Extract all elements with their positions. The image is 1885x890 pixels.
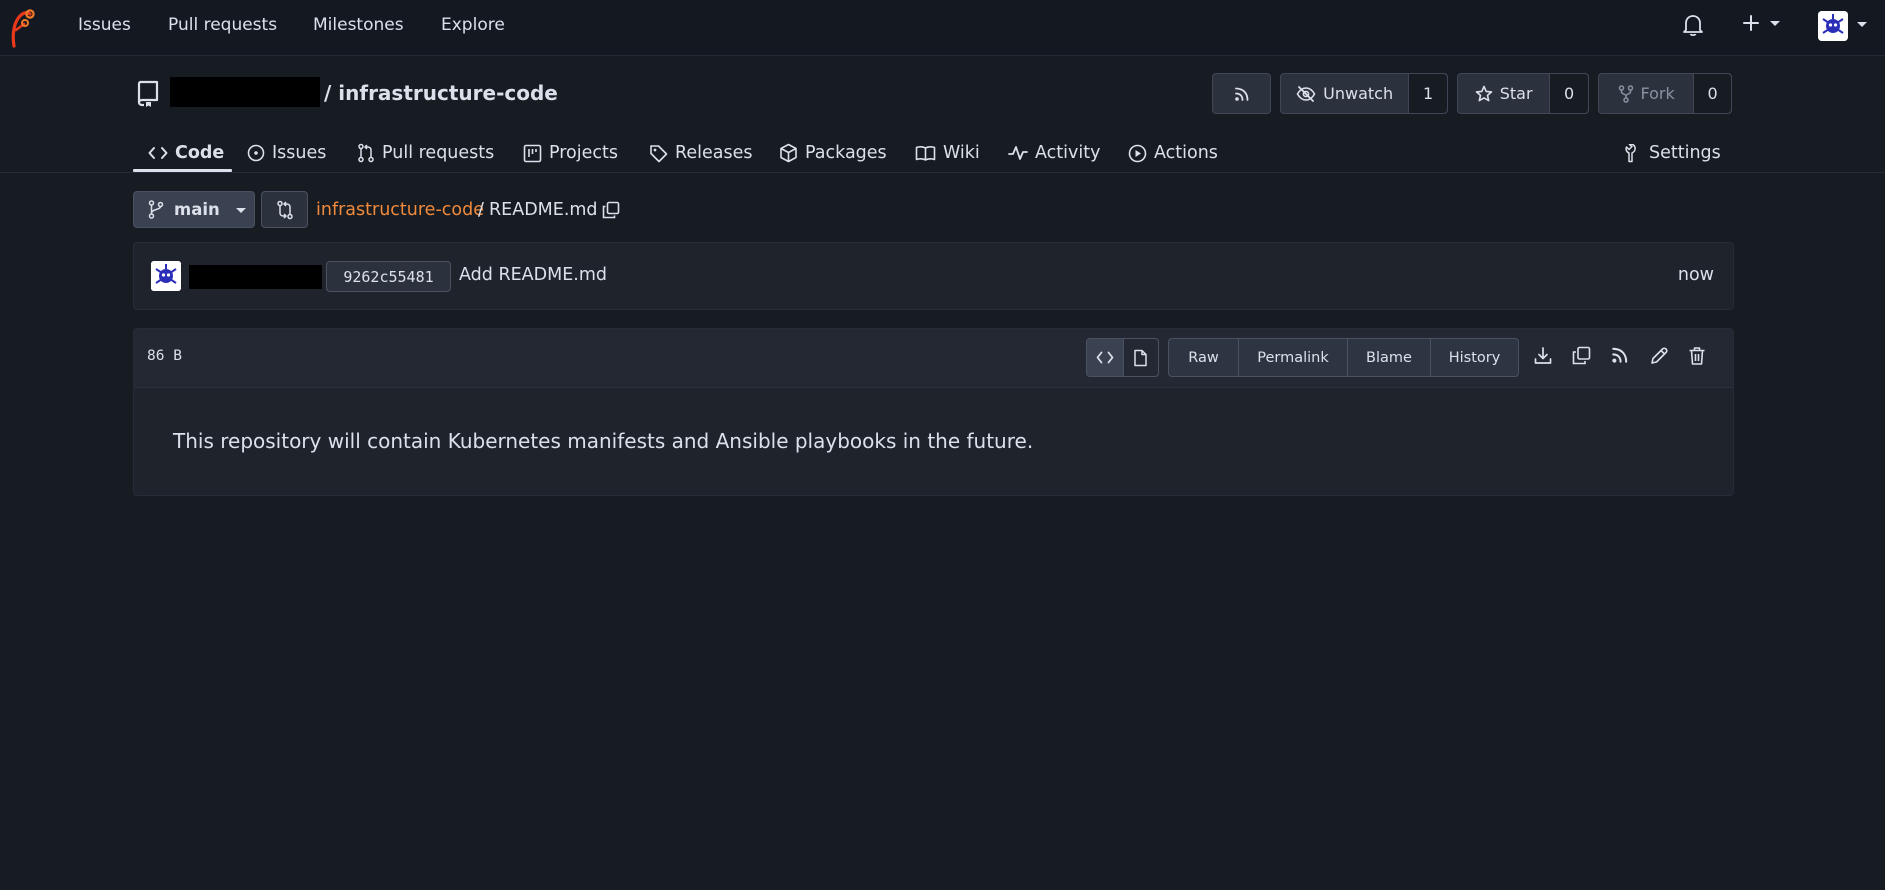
tab-code[interactable]: Code bbox=[148, 133, 224, 173]
commit-time: now bbox=[1677, 265, 1714, 285]
rss-feed-button[interactable] bbox=[1212, 73, 1271, 114]
tab-actions[interactable]: Actions bbox=[1128, 133, 1218, 173]
user-avatar[interactable] bbox=[1818, 11, 1848, 41]
issue-icon bbox=[247, 144, 265, 162]
site-logo[interactable] bbox=[6, 6, 36, 48]
pulse-icon bbox=[1008, 145, 1028, 161]
tab-projects-label: Projects bbox=[549, 143, 618, 163]
tab-releases-label: Releases bbox=[675, 143, 753, 163]
trash-icon[interactable] bbox=[1688, 346, 1706, 366]
tab-pull-requests-label: Pull requests bbox=[382, 143, 495, 163]
branch-icon bbox=[148, 200, 164, 219]
tab-packages[interactable]: Packages bbox=[779, 133, 887, 173]
branch-caret-icon bbox=[235, 208, 246, 213]
compare-branches-button[interactable] bbox=[261, 191, 308, 228]
tab-wiki-label: Wiki bbox=[943, 143, 980, 163]
user-menu-caret-icon[interactable] bbox=[1857, 22, 1867, 27]
tab-issues[interactable]: Issues bbox=[247, 133, 326, 173]
tab-activity-label: Activity bbox=[1035, 143, 1101, 163]
breadcrumb-repo-link[interactable]: infrastructure-code bbox=[316, 200, 484, 220]
breadcrumb-separator: / bbox=[478, 200, 484, 220]
tab-settings[interactable]: Settings bbox=[1624, 133, 1721, 173]
tag-icon bbox=[649, 144, 668, 163]
tool-icon bbox=[1624, 143, 1642, 163]
nav-explore[interactable]: Explore bbox=[441, 15, 505, 35]
tab-actions-label: Actions bbox=[1154, 143, 1218, 163]
view-source-button[interactable] bbox=[1087, 339, 1123, 376]
project-board-icon bbox=[523, 144, 542, 163]
tab-projects[interactable]: Projects bbox=[523, 133, 618, 173]
pull-request-icon bbox=[357, 143, 375, 163]
view-mode-toggle bbox=[1086, 338, 1159, 377]
active-tab-indicator bbox=[133, 169, 232, 172]
breadcrumb-file: README.md bbox=[489, 200, 598, 220]
nav-milestones[interactable]: Milestones bbox=[313, 15, 404, 35]
commit-message[interactable]: Add README.md bbox=[459, 265, 607, 285]
book-icon bbox=[915, 145, 936, 162]
tab-code-label: Code bbox=[175, 143, 225, 163]
blame-button[interactable]: Blame bbox=[1347, 339, 1430, 376]
raw-button[interactable]: Raw bbox=[1169, 339, 1238, 376]
history-button[interactable]: History bbox=[1430, 339, 1518, 376]
repo-name[interactable]: / infrastructure-code bbox=[324, 81, 558, 105]
plus-icon[interactable] bbox=[1742, 14, 1760, 32]
copy-path-icon[interactable] bbox=[602, 201, 620, 219]
eye-slash-icon bbox=[1296, 85, 1316, 102]
watch-count[interactable]: 1 bbox=[1408, 74, 1447, 113]
tab-pull-requests[interactable]: Pull requests bbox=[357, 133, 494, 173]
fork-icon bbox=[1618, 84, 1634, 103]
redacted-owner-name bbox=[170, 77, 320, 107]
redacted-commit-author bbox=[189, 265, 322, 289]
create-menu-caret-icon[interactable] bbox=[1770, 21, 1780, 26]
copy-content-icon[interactable] bbox=[1572, 346, 1591, 365]
branch-selector[interactable]: main bbox=[133, 191, 255, 228]
nav-issues[interactable]: Issues bbox=[78, 15, 131, 35]
fork-count[interactable]: 0 bbox=[1693, 74, 1731, 113]
tab-settings-label: Settings bbox=[1649, 143, 1721, 163]
commit-sha-button[interactable]: 9262c55481 bbox=[326, 261, 451, 292]
branch-name: main bbox=[174, 200, 220, 219]
unwatch-label: Unwatch bbox=[1323, 84, 1394, 103]
fork-label: Fork bbox=[1640, 84, 1675, 103]
tab-releases[interactable]: Releases bbox=[649, 133, 753, 173]
tab-packages-label: Packages bbox=[805, 143, 887, 163]
code-icon bbox=[148, 146, 168, 160]
bell-icon[interactable] bbox=[1682, 13, 1704, 37]
compare-icon bbox=[276, 200, 294, 220]
commit-author-avatar[interactable] bbox=[151, 261, 181, 291]
code-icon bbox=[1096, 351, 1114, 364]
tab-activity[interactable]: Activity bbox=[1008, 133, 1100, 173]
fork-button[interactable]: Fork 0 bbox=[1598, 73, 1732, 114]
file-size: 86 B bbox=[147, 348, 182, 364]
file-actions-group: Raw Permalink Blame History bbox=[1168, 338, 1519, 377]
star-label: Star bbox=[1499, 84, 1533, 103]
top-navbar: Issues Pull requests Milestones Explore bbox=[0, 0, 1885, 56]
tab-wiki[interactable]: Wiki bbox=[915, 133, 980, 173]
nav-pull-requests[interactable]: Pull requests bbox=[168, 15, 277, 35]
star-button[interactable]: Star 0 bbox=[1457, 73, 1589, 114]
star-icon bbox=[1475, 85, 1493, 103]
file-icon bbox=[1133, 349, 1148, 367]
file-rss-icon[interactable] bbox=[1611, 346, 1629, 364]
package-icon bbox=[779, 143, 798, 163]
view-rendered-button[interactable] bbox=[1122, 339, 1159, 376]
unwatch-button[interactable]: Unwatch 1 bbox=[1280, 73, 1448, 114]
readme-content: This repository will contain Kubernetes … bbox=[173, 429, 1034, 453]
download-icon[interactable] bbox=[1533, 346, 1553, 366]
repo-icon bbox=[136, 79, 160, 107]
tab-issues-label: Issues bbox=[272, 143, 327, 163]
rss-icon bbox=[1234, 86, 1250, 102]
edit-pencil-icon[interactable] bbox=[1649, 346, 1669, 366]
permalink-button[interactable]: Permalink bbox=[1238, 339, 1347, 376]
play-circle-icon bbox=[1128, 144, 1147, 163]
star-count[interactable]: 0 bbox=[1549, 74, 1588, 113]
